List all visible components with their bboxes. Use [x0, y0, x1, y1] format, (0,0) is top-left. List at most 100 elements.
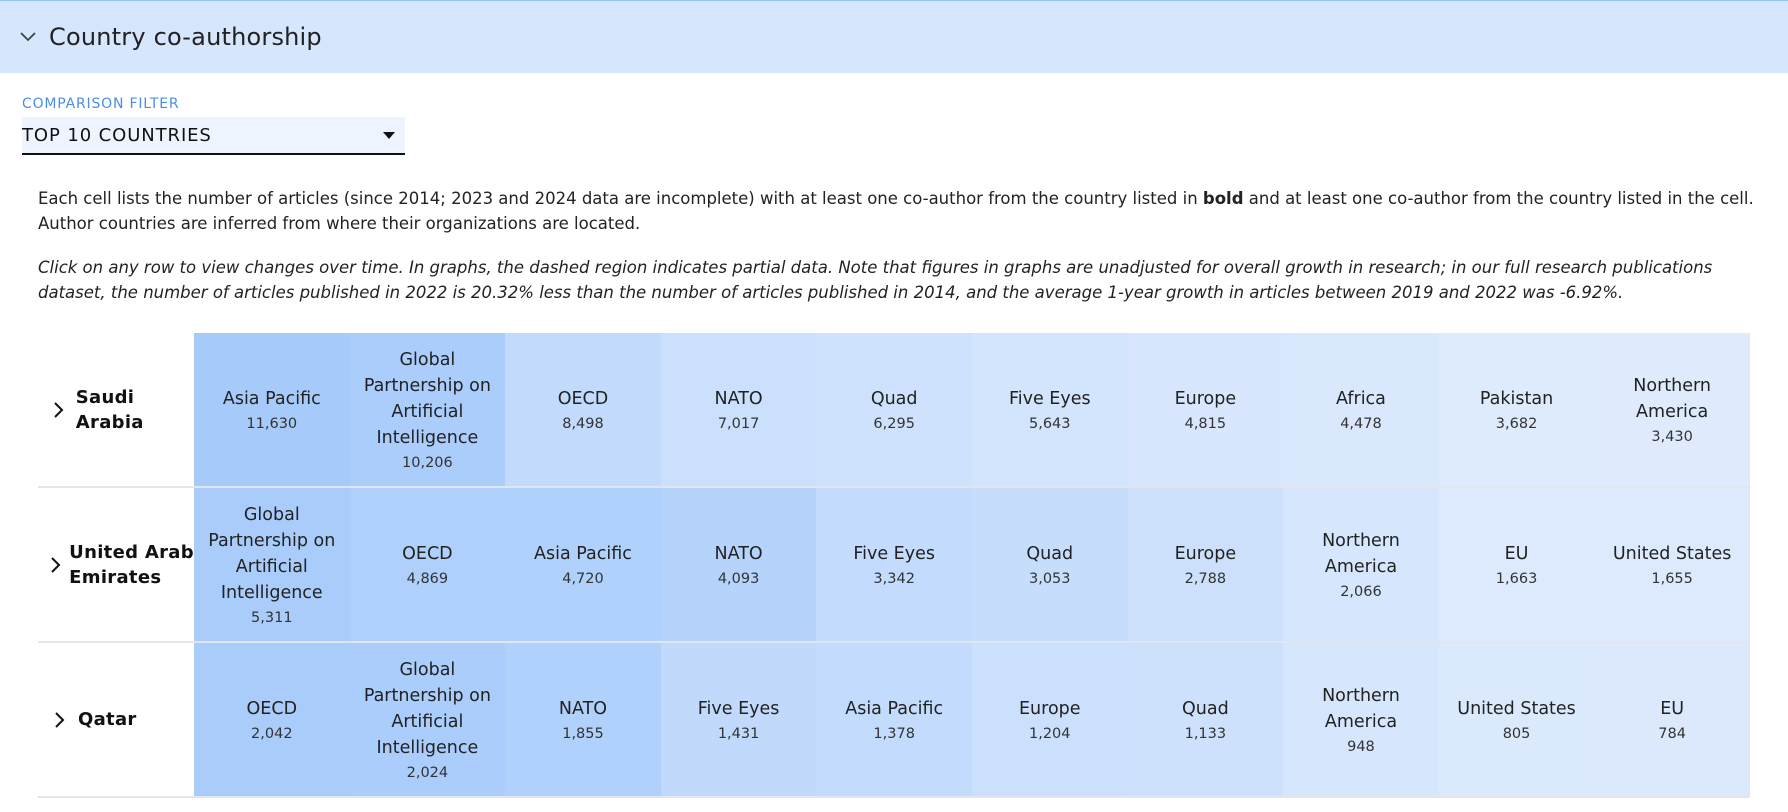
cell-label: OECD [557, 388, 609, 409]
table-cell: Europe 4,815 [1127, 333, 1284, 486]
row-country-name: Qatar [78, 709, 137, 730]
cell-value: 6,295 [873, 415, 915, 432]
cell-label: Quad [870, 388, 918, 409]
description: Each cell lists the number of articles (… [38, 186, 1758, 305]
table-cell: Global Partnership on Artificial Intelli… [194, 488, 350, 641]
cell-value: 1,378 [873, 725, 915, 742]
cell-label: NATO [714, 543, 763, 564]
cell-value: 8,498 [562, 415, 604, 432]
row-country-name: United Arab Emirates [69, 541, 194, 588]
cell-label: Northern America [1633, 375, 1711, 422]
table-cell: NATO 4,093 [660, 488, 817, 641]
cell-value: 1,663 [1495, 570, 1538, 587]
cell-label: Quad [1026, 543, 1074, 564]
cell-label: Global Partnership on Artificial Intelli… [363, 659, 491, 758]
cell-value: 10,206 [402, 454, 453, 471]
cell-label: Five Eyes [853, 543, 935, 564]
table-cell: NATO 1,855 [505, 643, 661, 796]
table-row[interactable]: Saudi Arabia Asia Pacific 11,630 Global P… [38, 333, 1750, 488]
cell-value: 1,204 [1029, 725, 1071, 742]
table-cell: Northern America 948 [1283, 643, 1439, 796]
cell-label: Pakistan [1479, 388, 1554, 409]
cell-value: 1,855 [562, 725, 604, 742]
section-header[interactable]: Country co-authorship [0, 0, 1788, 73]
cell-value: 7,017 [717, 415, 760, 432]
caret-down-icon [383, 132, 395, 139]
cell-label: EU [1504, 543, 1529, 564]
table-cell: Global Partnership on Artificial Intelli… [349, 333, 506, 486]
cell-value: 2,788 [1184, 570, 1227, 587]
cell-label: Five Eyes [697, 698, 780, 719]
cell-value: 5,311 [251, 609, 293, 626]
cell-value: 11,630 [246, 415, 298, 432]
description-main: Each cell lists the number of articles (… [38, 186, 1758, 236]
cell-value: 3,682 [1495, 415, 1538, 432]
table-cell: Quad 1,133 [1127, 643, 1284, 796]
cell-label: United States [1612, 543, 1732, 564]
table-cell: Europe 1,204 [971, 643, 1128, 796]
chevron-right-icon[interactable] [50, 400, 68, 420]
chevron-down-icon[interactable] [19, 28, 37, 46]
cell-label: Europe [1018, 698, 1081, 719]
cell-label: Asia Pacific [534, 543, 632, 564]
cell-label: Europe [1174, 388, 1237, 409]
cell-label: Africa [1335, 388, 1386, 409]
table-cell: Asia Pacific 11,630 [194, 333, 350, 486]
table-cell: Global Partnership on Artificial Intelli… [349, 643, 506, 796]
cell-label: Northern America [1322, 530, 1400, 577]
description-bold-word: bold [1202, 189, 1244, 208]
cell-value: 4,815 [1184, 415, 1227, 432]
coauthorship-table: Saudi Arabia Asia Pacific 11,630 Global P… [38, 333, 1750, 798]
table-row[interactable]: United Arab Emirates Global Partnership … [38, 488, 1750, 643]
cell-value: 3,430 [1651, 428, 1693, 445]
table-cell: Quad 6,295 [816, 333, 972, 486]
table-cell: OECD 2,042 [194, 643, 350, 796]
cell-value: 4,478 [1340, 415, 1382, 432]
table-row[interactable]: Qatar OECD 2,042 Global Partnership on Ar… [38, 643, 1750, 798]
cell-value: 1,431 [717, 725, 760, 742]
cell-label: Northern America [1322, 685, 1400, 732]
table-cell: OECD 8,498 [505, 333, 661, 486]
table-cell: EU 1,663 [1438, 488, 1595, 641]
table-cell: Asia Pacific 4,720 [505, 488, 661, 641]
table-cell: OECD 4,869 [349, 488, 506, 641]
cell-value: 1,133 [1184, 725, 1227, 742]
description-text-start: Each cell lists the number of articles (… [38, 189, 1203, 208]
table-cell: Five Eyes 3,342 [816, 488, 972, 641]
table-cell: Europe 2,788 [1127, 488, 1284, 641]
table-cell: EU 784 [1594, 643, 1750, 796]
comparison-filter-select[interactable]: TOP 10 COUNTRIES [22, 117, 405, 155]
cell-value: 3,342 [873, 570, 915, 587]
cell-label: Asia Pacific [222, 388, 321, 409]
table-cell: Pakistan 3,682 [1438, 333, 1595, 486]
cell-value: 4,720 [562, 570, 604, 587]
chevron-right-icon[interactable] [50, 555, 61, 575]
chevron-right-icon[interactable] [50, 710, 70, 730]
row-country-name: Saudi Arabia [75, 386, 144, 433]
cell-value: 2,042 [251, 725, 293, 742]
cell-value: 784 [1658, 725, 1686, 742]
table-cell: Five Eyes 5,643 [971, 333, 1128, 486]
cell-label: NATO [714, 388, 763, 409]
cell-value: 3,053 [1029, 570, 1071, 587]
table-cell: NATO 7,017 [660, 333, 817, 486]
cell-value: 805 [1502, 725, 1531, 742]
cell-label: OECD [402, 543, 453, 564]
row-header[interactable]: Saudi Arabia [38, 333, 194, 486]
cell-label: NATO [558, 698, 608, 719]
table-cell: United States 1,655 [1594, 488, 1750, 641]
filter-label: COMPARISON FILTER [22, 96, 180, 112]
cell-label: Global Partnership on Artificial Intelli… [208, 504, 336, 603]
cell-label: United States [1457, 698, 1576, 719]
table-cell: United States 805 [1438, 643, 1595, 796]
row-header[interactable]: Qatar [38, 643, 194, 796]
cell-label: Quad [1182, 698, 1229, 719]
filter-selected-value: TOP 10 COUNTRIES [22, 124, 212, 146]
cell-label: Asia Pacific [845, 698, 944, 719]
table-cell: Northern America 2,066 [1283, 488, 1439, 641]
cell-label: OECD [246, 698, 298, 719]
cell-value: 948 [1347, 738, 1375, 755]
row-header[interactable]: United Arab Emirates [38, 488, 194, 641]
cell-value: 2,066 [1340, 583, 1382, 600]
cell-label: Five Eyes [1008, 388, 1091, 409]
